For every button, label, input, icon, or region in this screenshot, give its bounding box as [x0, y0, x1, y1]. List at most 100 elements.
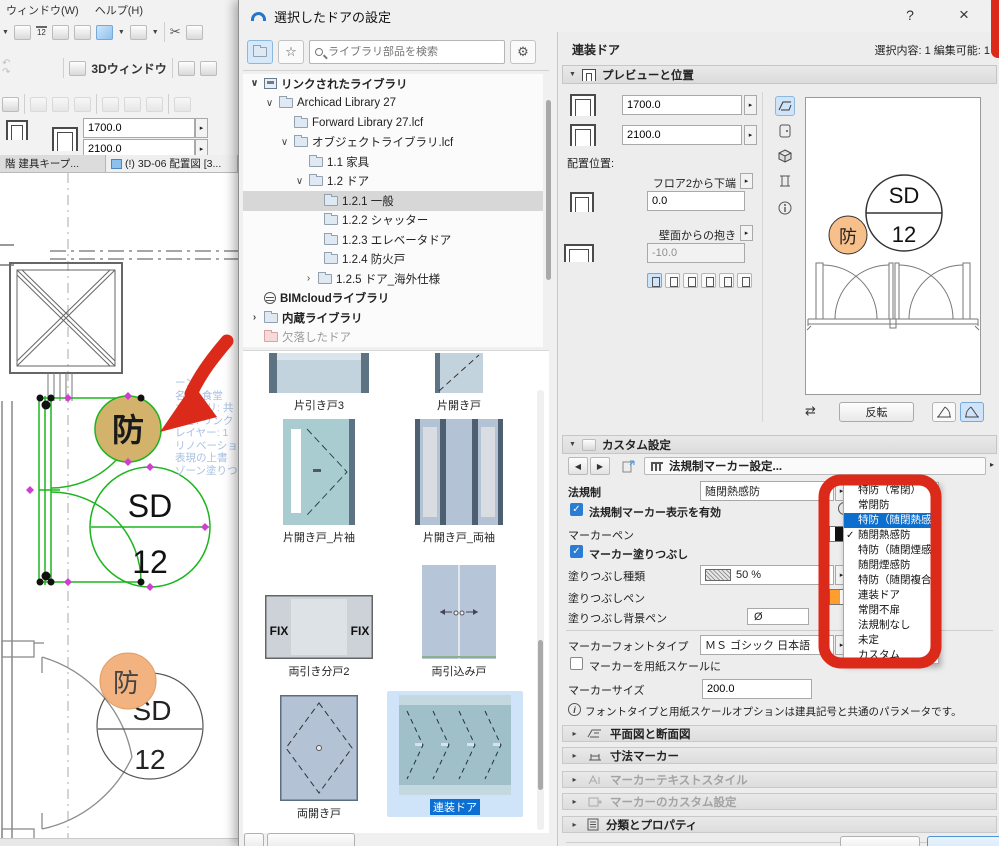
- floor-anchor-spin[interactable]: ▸: [740, 173, 753, 189]
- favorites-button[interactable]: ☆: [278, 40, 304, 64]
- expand-icon[interactable]: ›: [249, 312, 260, 323]
- transfer-settings-icon[interactable]: [618, 457, 638, 475]
- cancel-button-fragment[interactable]: [840, 836, 920, 846]
- height-spin[interactable]: ▸: [744, 125, 757, 145]
- tree-item-missing-doors[interactable]: 欠落したドア: [243, 328, 543, 348]
- circle-caret-icon[interactable]: ▼: [152, 29, 159, 36]
- height-field[interactable]: [622, 125, 742, 145]
- bottom-icon-button[interactable]: [244, 833, 264, 846]
- reveal-field[interactable]: [647, 243, 745, 263]
- fill-type-combo[interactable]: 50 %: [700, 565, 834, 585]
- dimension-tool-icon[interactable]: 12: [35, 26, 47, 38]
- menu-item-9[interactable]: 法規制なし: [844, 618, 938, 633]
- width-field[interactable]: [622, 95, 742, 115]
- menu-item-1[interactable]: 常閉防: [844, 498, 938, 513]
- walk-tool-icon[interactable]: [30, 96, 47, 112]
- anchor-option-6[interactable]: [737, 273, 752, 288]
- menu-item-5[interactable]: 随閉煙感防: [844, 558, 938, 573]
- marker-size-field[interactable]: [702, 679, 812, 699]
- reveal-label[interactable]: 壁面からの抱き: [598, 227, 736, 243]
- marker-tool-icon[interactable]: [13, 24, 31, 40]
- marker-fill-checkbox[interactable]: ✓: [570, 545, 583, 558]
- menu-item-2-highlighted[interactable]: 特防（随閉熱感）: [844, 513, 938, 528]
- menu-item-3-checked[interactable]: ✓ 随閉熱感防: [844, 528, 938, 543]
- folder-view-button[interactable]: [247, 40, 273, 64]
- anchor-option-3[interactable]: [683, 273, 698, 288]
- preview-plan-icon[interactable]: [775, 96, 795, 116]
- circle-tool-icon[interactable]: [129, 24, 147, 40]
- scissors-icon[interactable]: ✂: [170, 24, 181, 40]
- ok-button-fragment[interactable]: [927, 836, 999, 846]
- door-tool-icon[interactable]: [6, 120, 28, 140]
- tree-item-doors-general[interactable]: 1.2.1 一般: [243, 191, 543, 211]
- menu-help[interactable]: ヘルプ(H): [95, 2, 143, 17]
- tab-keynote-plan[interactable]: 階 建具キープ...: [0, 155, 106, 172]
- redo-icon[interactable]: ↷: [2, 68, 10, 78]
- marker-fill-label[interactable]: マーカー塗りつぶし: [589, 546, 688, 562]
- thumb-ryo-hiki-wake-do-2[interactable]: FIX FIX 両引き分戸2: [251, 573, 387, 679]
- tree-item-object-library[interactable]: ∨ オブジェクトライブラリ.lcf: [243, 133, 543, 153]
- marker-visible-label[interactable]: 法規制マーカー表示を有効: [589, 504, 721, 520]
- paper-scale-label[interactable]: マーカーを用紙スケールに: [589, 658, 721, 674]
- expand-icon[interactable]: ›: [303, 273, 314, 284]
- library-settings-button[interactable]: ⚙: [510, 40, 536, 64]
- bottom-favorite-button[interactable]: [267, 833, 355, 846]
- expand-icon[interactable]: ∨: [294, 176, 305, 187]
- tab-3d-layout[interactable]: (!) 3D-06 配置図 [3...: [106, 155, 238, 172]
- tree-item-forward-library[interactable]: Forward Library 27.lcf: [243, 113, 543, 133]
- prev-page-button[interactable]: ◀: [568, 457, 588, 475]
- 3d-window-icon[interactable]: [69, 60, 87, 76]
- menu-item-7[interactable]: 連装ドア: [844, 588, 938, 603]
- tree-scrollbar[interactable]: [545, 74, 552, 346]
- flip-button[interactable]: 反転: [839, 402, 914, 422]
- marquee-tool-icon[interactable]: [73, 24, 91, 40]
- anchor-option-5[interactable]: [719, 273, 734, 288]
- thumb-kata-hiki-do-3[interactable]: 片引き戸3: [251, 353, 387, 413]
- preview-elevation-icon[interactable]: [775, 121, 795, 141]
- anchor-option-4[interactable]: [701, 273, 716, 288]
- 3d-window-label[interactable]: 3Dウィンドウ: [91, 60, 166, 77]
- menu-item-10[interactable]: 未定: [844, 633, 938, 648]
- section-preview-position[interactable]: ▼ プレビューと位置: [562, 65, 997, 84]
- orbit-tool-icon[interactable]: [52, 96, 69, 112]
- camera-icon[interactable]: [174, 96, 191, 112]
- thumb-kata-biraki-do[interactable]: 片開き戸: [391, 353, 527, 413]
- expand-icon[interactable]: ∨: [264, 98, 275, 109]
- floor-plan-canvas[interactable]: 防 SD 12 SD 12 防 ーン 名前: 食堂 カテゴリ: 共 高さ: リン…: [0, 173, 238, 838]
- tree-item-elevator-doors[interactable]: 1.2.3 エレベータドア: [243, 230, 543, 250]
- reveal-spin[interactable]: ▸: [740, 225, 753, 241]
- thumb-ryo-hikikomi-do[interactable]: 両引込み戸: [391, 565, 527, 679]
- look-around-icon[interactable]: [74, 96, 91, 112]
- tree-item-bimcloud-library[interactable]: BIMcloudライブラリ: [243, 289, 543, 309]
- swing-left-button[interactable]: [932, 402, 956, 422]
- expand-icon[interactable]: ∨: [249, 78, 260, 89]
- door-preview[interactable]: SD 12 防: [805, 97, 981, 395]
- next-page-button[interactable]: ▶: [590, 457, 610, 475]
- mirror-icon[interactable]: ⇄: [805, 403, 816, 419]
- search-input[interactable]: [328, 46, 488, 58]
- dropdown-caret-icon[interactable]: ▼: [2, 29, 9, 36]
- section-classification-properties[interactable]: ▸ 分類とプロパティ: [562, 816, 997, 833]
- menu-window[interactable]: ウィンドウ(W): [6, 2, 79, 17]
- preview-info-icon[interactable]: [775, 198, 795, 218]
- fit-view-icon[interactable]: [51, 24, 69, 40]
- page-next-icon[interactable]: ▸: [990, 460, 994, 469]
- home-icon[interactable]: [146, 96, 163, 112]
- anchor-option-2[interactable]: [665, 273, 680, 288]
- preview-section-icon[interactable]: [775, 171, 795, 191]
- tree-item-embedded-library[interactable]: › 内蔵ライブラリ: [243, 308, 543, 328]
- tree-item-archicad-library[interactable]: ∨ Archicad Library 27: [243, 94, 543, 114]
- menu-item-6[interactable]: 特防（随閉複合）: [844, 573, 938, 588]
- thumb-ryo-biraki-do[interactable]: 両開き戸: [251, 695, 387, 821]
- thumb-kata-biraki-ryoso[interactable]: 片開き戸_両袖: [391, 419, 527, 545]
- tree-item-fire-doors[interactable]: 1.2.4 防火戸: [243, 250, 543, 270]
- thumbnail-scrollbar[interactable]: [537, 390, 544, 830]
- menu-item-8[interactable]: 常閉不扉: [844, 603, 938, 618]
- width-spin[interactable]: ▸: [744, 95, 757, 115]
- tree-item-shutters[interactable]: 1.2.2 シャッター: [243, 211, 543, 231]
- dialog-title-bar[interactable]: 選択したドアの設定: [239, 0, 999, 32]
- preview-3d-icon[interactable]: [775, 146, 795, 166]
- tree-item-doors-overseas[interactable]: › 1.2.5 ドア_海外仕様: [243, 269, 543, 289]
- tree-item-furniture[interactable]: 1.1 家具: [243, 152, 543, 172]
- regulation-combo[interactable]: 随閉熱感防: [700, 481, 834, 501]
